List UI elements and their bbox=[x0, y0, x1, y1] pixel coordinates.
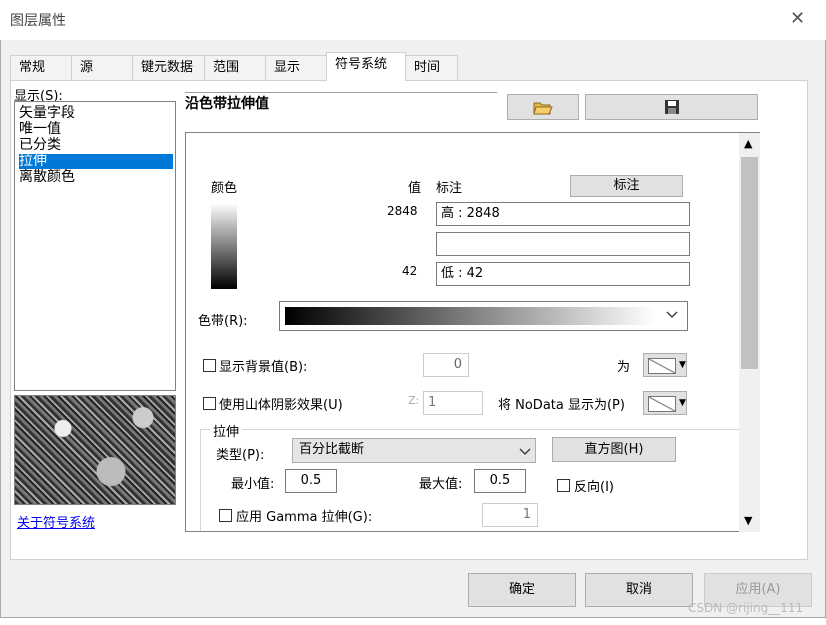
low-value: 42 bbox=[402, 264, 418, 278]
list-item-classified[interactable]: 已分类 bbox=[19, 138, 173, 153]
list-item-discrete-color[interactable]: 离散颜色 bbox=[19, 170, 173, 185]
dropdown-arrow-icon: ▼ bbox=[679, 398, 686, 408]
list-item-stretch[interactable]: 拉伸 bbox=[19, 154, 173, 169]
scroll-down-icon[interactable]: ▼ bbox=[744, 514, 752, 527]
nodata-color-swatch bbox=[648, 396, 676, 412]
invert-label: 反向(I) bbox=[574, 480, 614, 495]
ok-button[interactable]: 确定 bbox=[468, 573, 576, 607]
nodata-label: 将 NoData 显示为(P) bbox=[498, 398, 625, 413]
high-label-field[interactable]: 高 : 2848 bbox=[436, 202, 690, 226]
renderer-list[interactable]: 矢量字段 唯一值 已分类 拉伸 离散颜色 bbox=[14, 101, 176, 391]
tab-time[interactable]: 时间 bbox=[405, 55, 458, 80]
tab-symbology[interactable]: 符号系统 bbox=[326, 52, 406, 81]
stretch-group-label: 拉伸 bbox=[210, 421, 243, 440]
hillshade-label: 使用山体阴影效果(U) bbox=[219, 398, 343, 413]
max-value-label: 最大值: bbox=[419, 477, 463, 492]
background-value-field[interactable]: 0 bbox=[423, 353, 469, 377]
save-style-button[interactable] bbox=[585, 94, 758, 120]
stretch-settings-panel: 颜色 值 标注 标注 2848 高 : 2848 42 低 : 42 色带(R)… bbox=[185, 132, 760, 532]
raster-preview-image bbox=[14, 395, 176, 505]
renderer-title: 沿色带拉伸值 bbox=[185, 96, 269, 112]
list-item-vector-field[interactable]: 矢量字段 bbox=[19, 106, 173, 121]
min-value-field[interactable]: 0.5 bbox=[285, 469, 337, 493]
nodata-color-picker[interactable]: ▼ bbox=[643, 391, 687, 415]
watermark: CSDN @rijing__111 bbox=[688, 601, 804, 615]
background-color-picker[interactable]: ▼ bbox=[643, 353, 687, 377]
title-bar: 图层属性 ✕ bbox=[0, 0, 826, 40]
cancel-button[interactable]: 取消 bbox=[585, 573, 693, 607]
chevron-down-icon bbox=[666, 311, 678, 318]
stretch-type-dropdown[interactable]: 百分比截断 bbox=[292, 438, 536, 463]
show-background-checkbox[interactable] bbox=[203, 359, 216, 372]
gamma-label: 应用 Gamma 拉伸(G): bbox=[236, 510, 373, 525]
dropdown-arrow-icon: ▼ bbox=[679, 360, 686, 370]
scroll-up-icon[interactable]: ▲ bbox=[744, 137, 752, 150]
show-background-label: 显示背景值(B): bbox=[219, 360, 308, 375]
invert-checkbox[interactable] bbox=[557, 479, 570, 492]
tab-general[interactable]: 常规 bbox=[10, 55, 72, 80]
stretch-type-value: 百分比截断 bbox=[299, 442, 365, 457]
open-style-button[interactable] bbox=[507, 94, 579, 120]
color-ramp-swatch[interactable] bbox=[211, 203, 237, 289]
z-factor-label: Z: bbox=[408, 394, 420, 407]
color-column-header: 颜色 bbox=[211, 181, 238, 196]
tab-strip: 常规 源 键元数据 范围 显示 符号系统 时间 bbox=[10, 52, 808, 81]
mid-label-field[interactable] bbox=[436, 232, 690, 256]
hillshade-checkbox[interactable] bbox=[203, 397, 216, 410]
high-value: 2848 bbox=[387, 204, 418, 218]
gamma-value-field[interactable]: 1 bbox=[482, 503, 538, 527]
stretch-type-label: 类型(P): bbox=[216, 448, 265, 463]
min-value-label: 最小值: bbox=[231, 477, 275, 492]
value-column-header: 值 bbox=[408, 181, 422, 196]
z-factor-field[interactable]: 1 bbox=[423, 391, 483, 415]
low-label-field[interactable]: 低 : 42 bbox=[436, 262, 690, 286]
label-button[interactable]: 标注 bbox=[570, 175, 683, 197]
background-color-swatch bbox=[648, 358, 676, 374]
histogram-button[interactable]: 直方图(H) bbox=[552, 437, 676, 462]
list-item-unique-values[interactable]: 唯一值 bbox=[19, 122, 173, 137]
tab-key-metadata[interactable]: 键元数据 bbox=[132, 55, 205, 80]
background-as-label: 为 bbox=[617, 360, 631, 375]
about-symbology-link[interactable]: 关于符号系统 bbox=[17, 512, 95, 531]
color-ramp-dropdown[interactable] bbox=[279, 301, 688, 331]
folder-open-icon bbox=[533, 102, 553, 115]
tab-extent[interactable]: 范围 bbox=[204, 55, 266, 80]
gamma-checkbox[interactable] bbox=[219, 509, 232, 522]
window-title: 图层属性 bbox=[10, 13, 66, 29]
title-divider bbox=[185, 92, 497, 93]
chevron-down-icon bbox=[519, 448, 531, 455]
close-icon[interactable]: ✕ bbox=[790, 8, 805, 29]
tab-source[interactable]: 源 bbox=[71, 55, 133, 80]
scrollbar-thumb[interactable] bbox=[741, 157, 758, 369]
label-column-header: 标注 bbox=[436, 181, 463, 196]
color-ramp-label: 色带(R): bbox=[198, 314, 248, 329]
max-value-field[interactable]: 0.5 bbox=[474, 469, 526, 493]
tab-display[interactable]: 显示 bbox=[265, 55, 327, 80]
color-ramp-preview bbox=[285, 307, 655, 325]
save-icon bbox=[664, 100, 679, 114]
